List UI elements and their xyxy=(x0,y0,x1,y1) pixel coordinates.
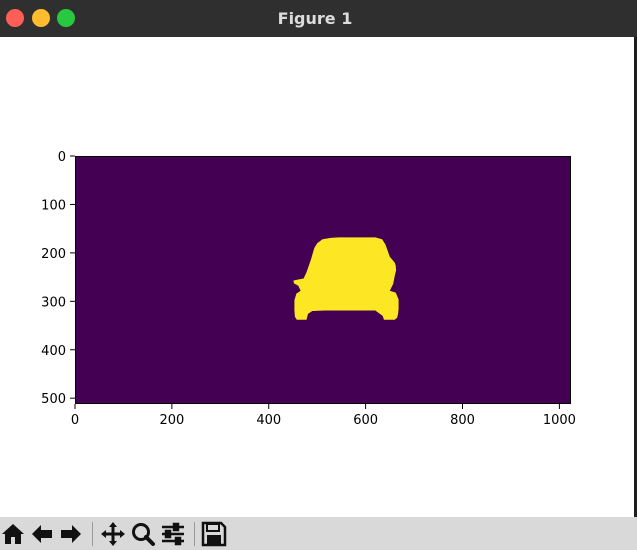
y-tick-label: 0 xyxy=(58,150,66,165)
forward-button[interactable] xyxy=(58,521,84,547)
x-tick-label: 400 xyxy=(256,413,281,428)
home-icon xyxy=(2,524,24,544)
home-button[interactable] xyxy=(0,521,26,547)
arrow-left-icon xyxy=(32,525,52,543)
move-icon xyxy=(101,522,125,546)
pan-button[interactable] xyxy=(100,521,126,547)
image-plot[interactable]: 0 200 400 600 800 1000 0 100 200 300 400 500 xyxy=(0,37,634,517)
y-tick-label: 100 xyxy=(41,198,66,213)
magnifier-icon xyxy=(132,523,155,546)
x-tick-label: 800 xyxy=(450,413,475,428)
x-tick-label: 1000 xyxy=(543,413,576,428)
window-title: Figure 1 xyxy=(277,9,353,28)
y-tick-label: 500 xyxy=(41,392,66,407)
y-tick-label: 400 xyxy=(41,344,66,359)
y-tick-label: 200 xyxy=(41,247,66,262)
sliders-icon xyxy=(162,522,184,546)
y-axis: 0 100 200 300 400 500 xyxy=(41,150,75,407)
arrow-right-icon xyxy=(61,525,81,543)
x-tick-label: 0 xyxy=(71,413,79,428)
y-tick-label: 300 xyxy=(41,295,66,310)
figure-canvas[interactable]: 0 200 400 600 800 1000 0 100 200 300 400 500 xyxy=(0,37,634,517)
title-bar[interactable]: Figure 1 xyxy=(0,0,637,37)
toolbar-separator xyxy=(194,522,195,546)
x-axis: 0 200 400 600 800 1000 xyxy=(71,404,576,428)
navigation-toolbar xyxy=(0,517,637,550)
x-tick-label: 200 xyxy=(159,413,184,428)
toolbar-separator xyxy=(92,522,93,546)
zoom-button[interactable] xyxy=(130,521,156,547)
back-button[interactable] xyxy=(29,521,55,547)
x-tick-label: 600 xyxy=(353,413,378,428)
configure-subplots-button[interactable] xyxy=(160,521,186,547)
figure-window: Figure 1 0 200 400 600 800 1000 0 100 200 300 400… xyxy=(0,0,637,550)
floppy-disk-icon xyxy=(201,521,227,547)
save-button[interactable] xyxy=(201,521,227,547)
